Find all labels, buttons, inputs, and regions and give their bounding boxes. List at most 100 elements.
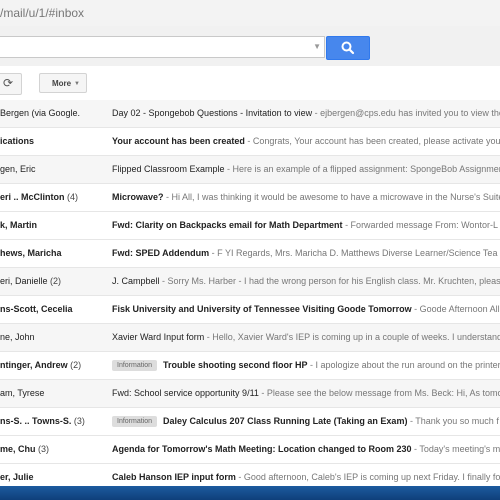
sender-name: ications	[0, 136, 35, 146]
email-snippet: - Here is an example of a flipped assign…	[224, 164, 500, 174]
windows-taskbar	[0, 486, 500, 500]
email-content: Your account has been created - Congrats…	[112, 128, 500, 155]
email-subject: Caleb Hanson IEP input form	[112, 472, 236, 482]
email-content: Day 02 - Spongebob Questions - Invitatio…	[112, 100, 500, 127]
email-label-badge[interactable]: Information	[112, 416, 158, 427]
email-content: Fisk University and University of Tennes…	[112, 296, 500, 323]
sender-name: er, Julie	[0, 472, 34, 482]
email-row[interactable]: ns-Scott, Cecelia Fisk University and Uni…	[0, 296, 500, 324]
email-sender: hews, Maricha	[0, 240, 108, 267]
thread-count: (2)	[67, 360, 82, 370]
email-subject: Your account has been created	[112, 136, 245, 146]
email-sender: me, Chu (3)	[0, 436, 108, 463]
search-icon	[341, 41, 355, 55]
sender-name: k, Martin	[0, 220, 38, 230]
email-snippet: - Forwarded message From: Wontor-L	[342, 220, 498, 230]
email-snippet: - Goode Afternoon All	[411, 304, 500, 314]
email-content: Microwave? - Hi All, I was thinking it w…	[112, 184, 500, 211]
email-sender: Bergen (via Google.	[0, 100, 108, 127]
thread-count: (2)	[47, 276, 62, 286]
email-subject: Fwd: Clarity on Backpacks email for Math…	[112, 220, 343, 230]
email-snippet: - Hi All, I was thinking it would be awe…	[163, 192, 500, 202]
email-row[interactable]: eri .. McClinton (4) Microwave? - Hi All,…	[0, 184, 500, 212]
email-row[interactable]: ne, John Xavier Ward Input form - Hello, …	[0, 324, 500, 352]
refresh-icon: ⟳	[3, 76, 14, 90]
email-snippet: - I apologize about the run around on th…	[307, 360, 500, 370]
email-sender: ne, John	[0, 324, 108, 351]
sender-name: gen, Eric	[0, 164, 36, 174]
thread-count: (3)	[35, 444, 50, 454]
search-button[interactable]	[326, 36, 370, 60]
email-content: Information Trouble shooting second floor…	[112, 352, 500, 379]
refresh-button[interactable]: ⟳	[0, 73, 22, 95]
search-row: ▼	[0, 26, 500, 67]
email-row[interactable]: hews, Maricha Fwd: SPED Addendum - F YI R…	[0, 240, 500, 268]
email-sender: eri .. McClinton (4)	[0, 184, 108, 211]
browser-address-bar[interactable]: /mail/u/1/#inbox	[0, 0, 500, 27]
email-sender: ntinger, Andrew (2)	[0, 352, 108, 379]
chevron-down-icon: ▼	[74, 81, 80, 87]
email-subject: Daley Calculus 207 Class Running Late (T…	[163, 416, 408, 426]
url-text[interactable]: /mail/u/1/#inbox	[0, 6, 84, 20]
sender-name: ns-S. .. Towns-S.	[0, 416, 72, 426]
email-content: Information Daley Calculus 207 Class Runn…	[112, 408, 500, 435]
email-subject: Flipped Classroom Example	[112, 164, 225, 174]
email-snippet: - Hello, Xavier Ward's IEP is coming up …	[204, 332, 500, 342]
email-row[interactable]: Bergen (via Google. Day 02 - Spongebob Qu…	[0, 100, 500, 128]
email-snippet: - ejbergen@cps.edu has invited you to vi…	[312, 108, 500, 118]
email-snippet: - F YI Regards, Mrs. Maricha D. Matthews…	[209, 248, 498, 258]
email-label-badge[interactable]: Information	[112, 360, 158, 371]
email-subject: Agenda for Tomorrow's Math Meeting: Loca…	[112, 444, 412, 454]
email-row[interactable]: k, Martin Fwd: Clarity on Backpacks email…	[0, 212, 500, 240]
email-subject: Xavier Ward Input form	[112, 332, 205, 342]
email-subject: Fwd: SPED Addendum	[112, 248, 210, 258]
email-content: Fwd: School service opportunity 9/11 - P…	[112, 380, 500, 407]
search-input[interactable]: ▼	[0, 36, 325, 58]
email-sender: ns-Scott, Cecelia	[0, 296, 108, 323]
email-sender: ns-S. .. Towns-S. (3)	[0, 408, 108, 435]
email-snippet: - Good afternoon, Caleb's IEP is coming …	[235, 472, 500, 482]
thread-count: (4)	[64, 192, 79, 202]
email-content: Flipped Classroom Example - Here is an e…	[112, 156, 500, 183]
email-content: Xavier Ward Input form - Hello, Xavier W…	[112, 324, 500, 351]
sender-name: ntinger, Andrew	[0, 360, 68, 370]
email-row[interactable]: ications Your account has been created - …	[0, 128, 500, 156]
email-row[interactable]: am, Tyrese Fwd: School service opportunit…	[0, 380, 500, 408]
email-row[interactable]: me, Chu (3) Agenda for Tomorrow's Math Me…	[0, 436, 500, 464]
email-row[interactable]: ns-S. .. Towns-S. (3) Information Daley Ca…	[0, 408, 500, 436]
email-sender: eri, Danielle (2)	[0, 268, 108, 295]
more-button[interactable]: More ▼	[39, 73, 87, 93]
email-subject: Fisk University and University of Tennes…	[112, 304, 412, 314]
email-snippet: - Thank you so much f	[407, 416, 499, 426]
email-list: Bergen (via Google. Day 02 - Spongebob Qu…	[0, 100, 500, 492]
email-subject: Day 02 - Spongebob Questions - Invitatio…	[112, 108, 313, 118]
email-content: Fwd: SPED Addendum - F YI Regards, Mrs. …	[112, 240, 500, 267]
email-content: J. Campbell - Sorry Ms. Harber - I had t…	[112, 268, 500, 295]
sender-name: me, Chu	[0, 444, 36, 454]
email-subject: Fwd: School service opportunity 9/11	[112, 388, 259, 398]
sender-name: ne, John	[0, 332, 35, 342]
email-subject: Trouble shooting second floor HP	[163, 360, 308, 370]
sender-name: Bergen (via Google.	[0, 108, 81, 118]
email-row[interactable]: eri, Danielle (2) J. Campbell - Sorry Ms.…	[0, 268, 500, 296]
mail-toolbar: ⟳ More ▼	[0, 66, 500, 101]
more-label: More	[52, 79, 72, 88]
sender-name: am, Tyrese	[0, 388, 45, 398]
email-row[interactable]: gen, Eric Flipped Classroom Example - Her…	[0, 156, 500, 184]
email-sender: k, Martin	[0, 212, 108, 239]
email-subject: Microwave?	[112, 192, 164, 202]
email-content: Fwd: Clarity on Backpacks email for Math…	[112, 212, 500, 239]
sender-name: ns-Scott, Cecelia	[0, 304, 73, 314]
thread-count: (3)	[71, 416, 85, 426]
email-subject: J. Campbell	[112, 276, 160, 286]
search-options-icon[interactable]: ▼	[313, 42, 321, 51]
email-sender: ications	[0, 128, 108, 155]
email-sender: am, Tyrese	[0, 380, 108, 407]
email-content: Agenda for Tomorrow's Math Meeting: Loca…	[112, 436, 500, 463]
email-snippet: - Sorry Ms. Harber - I had the wrong per…	[159, 276, 500, 286]
email-row[interactable]: ntinger, Andrew (2) Information Trouble sh…	[0, 352, 500, 380]
email-snippet: - Please see the below message from Ms. …	[258, 388, 500, 398]
email-snippet: - Congrats, Your account has been create…	[244, 136, 500, 146]
sender-name: hews, Maricha	[0, 248, 62, 258]
email-sender: gen, Eric	[0, 156, 108, 183]
